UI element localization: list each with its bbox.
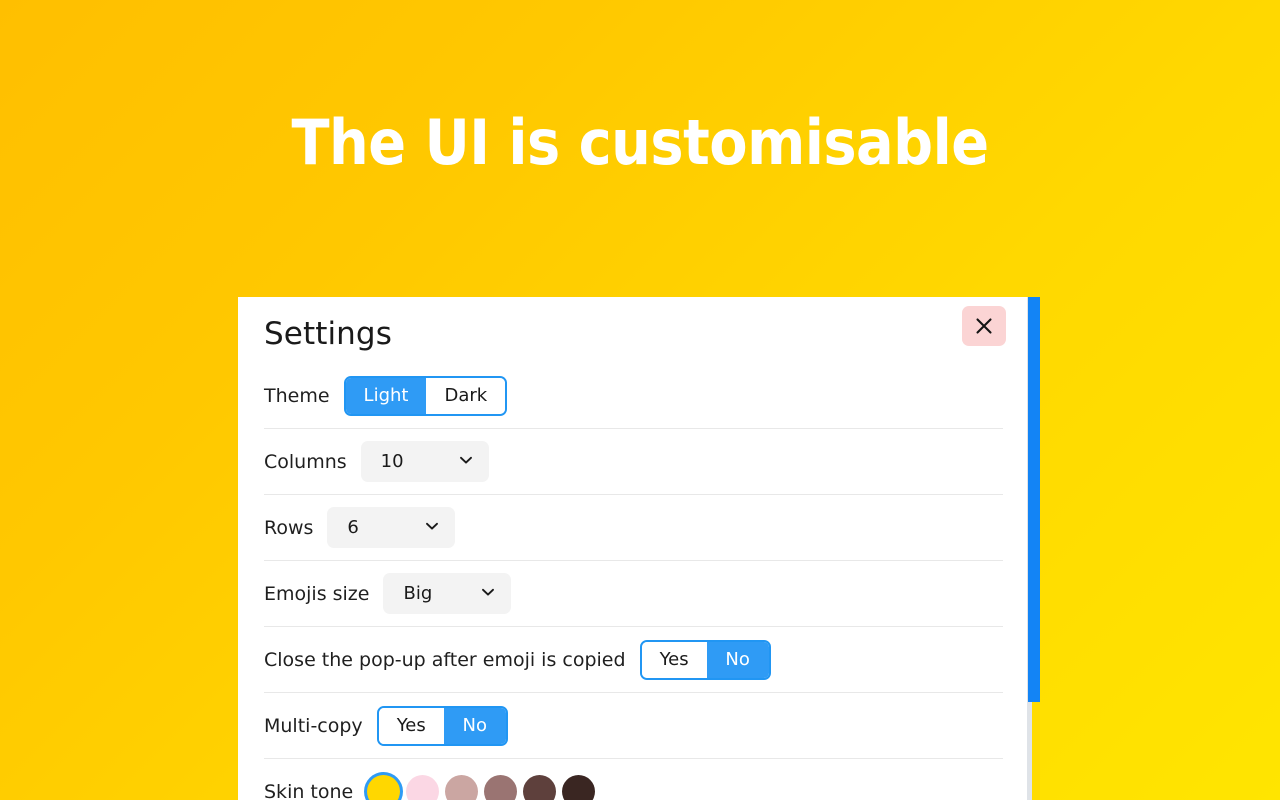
- theme-toggle[interactable]: Light Dark: [343, 375, 508, 416]
- skin-tone-swatch-light[interactable]: [406, 775, 440, 800]
- columns-select[interactable]: 10: [360, 441, 489, 482]
- multi-copy-toggle[interactable]: Yes No: [376, 705, 508, 746]
- setting-label-close-popup: Close the pop-up after emoji is copied: [264, 648, 626, 671]
- emojis-size-select[interactable]: Big: [383, 573, 512, 614]
- skin-tone-swatch-default[interactable]: [367, 775, 401, 800]
- rows-select[interactable]: 6: [327, 507, 456, 548]
- settings-panel: Settings Theme Light Dark Columns 10 Row…: [238, 297, 1040, 800]
- skin-tone-swatch-medium-light[interactable]: [445, 775, 479, 800]
- setting-row-columns: Columns 10: [264, 429, 1003, 495]
- chevron-down-icon: [479, 583, 497, 605]
- skin-tone-swatch-dark[interactable]: [562, 775, 596, 800]
- multi-copy-option-yes[interactable]: Yes: [378, 707, 444, 744]
- close-button[interactable]: [962, 306, 1006, 346]
- theme-option-light[interactable]: Light: [345, 377, 427, 414]
- setting-label-columns: Columns: [264, 450, 347, 473]
- setting-row-emojis-size: Emojis size Big: [264, 561, 1003, 627]
- close-popup-toggle[interactable]: Yes No: [639, 639, 771, 680]
- setting-row-multi-copy: Multi-copy Yes No: [264, 693, 1003, 759]
- setting-label-emojis-size: Emojis size: [264, 582, 370, 605]
- close-popup-option-yes[interactable]: Yes: [641, 641, 707, 678]
- multi-copy-option-no[interactable]: No: [443, 707, 506, 744]
- panel-notch: [1032, 702, 1040, 800]
- columns-select-value: 10: [380, 451, 404, 472]
- settings-list: Theme Light Dark Columns 10 Rows 6 Emoji…: [264, 363, 1003, 800]
- setting-row-close-popup: Close the pop-up after emoji is copied Y…: [264, 627, 1003, 693]
- setting-label-multi-copy: Multi-copy: [264, 714, 363, 737]
- setting-label-skin-tone: Skin tone: [264, 780, 354, 800]
- chevron-down-icon: [457, 451, 475, 473]
- theme-option-dark[interactable]: Dark: [426, 377, 506, 414]
- close-popup-option-no[interactable]: No: [706, 641, 769, 678]
- setting-row-rows: Rows 6: [264, 495, 1003, 561]
- settings-heading: Settings: [264, 316, 392, 352]
- scrollbar-thumb[interactable]: [1028, 297, 1040, 702]
- emojis-size-select-value: Big: [403, 583, 433, 604]
- setting-label-rows: Rows: [264, 516, 314, 539]
- setting-label-theme: Theme: [264, 384, 330, 407]
- setting-row-skin-tone: Skin tone: [264, 759, 1003, 800]
- skin-tone-swatches: [367, 775, 596, 800]
- rows-select-value: 6: [347, 517, 359, 538]
- skin-tone-swatch-medium[interactable]: [484, 775, 518, 800]
- page-title: The UI is customisable: [291, 106, 989, 179]
- settings-panel-header: Settings: [264, 297, 1006, 363]
- close-icon: [974, 316, 994, 336]
- chevron-down-icon: [423, 517, 441, 539]
- skin-tone-swatch-medium-dark[interactable]: [523, 775, 557, 800]
- settings-panel-content: Settings Theme Light Dark Columns 10 Row…: [238, 297, 1032, 800]
- setting-row-theme: Theme Light Dark: [264, 363, 1003, 429]
